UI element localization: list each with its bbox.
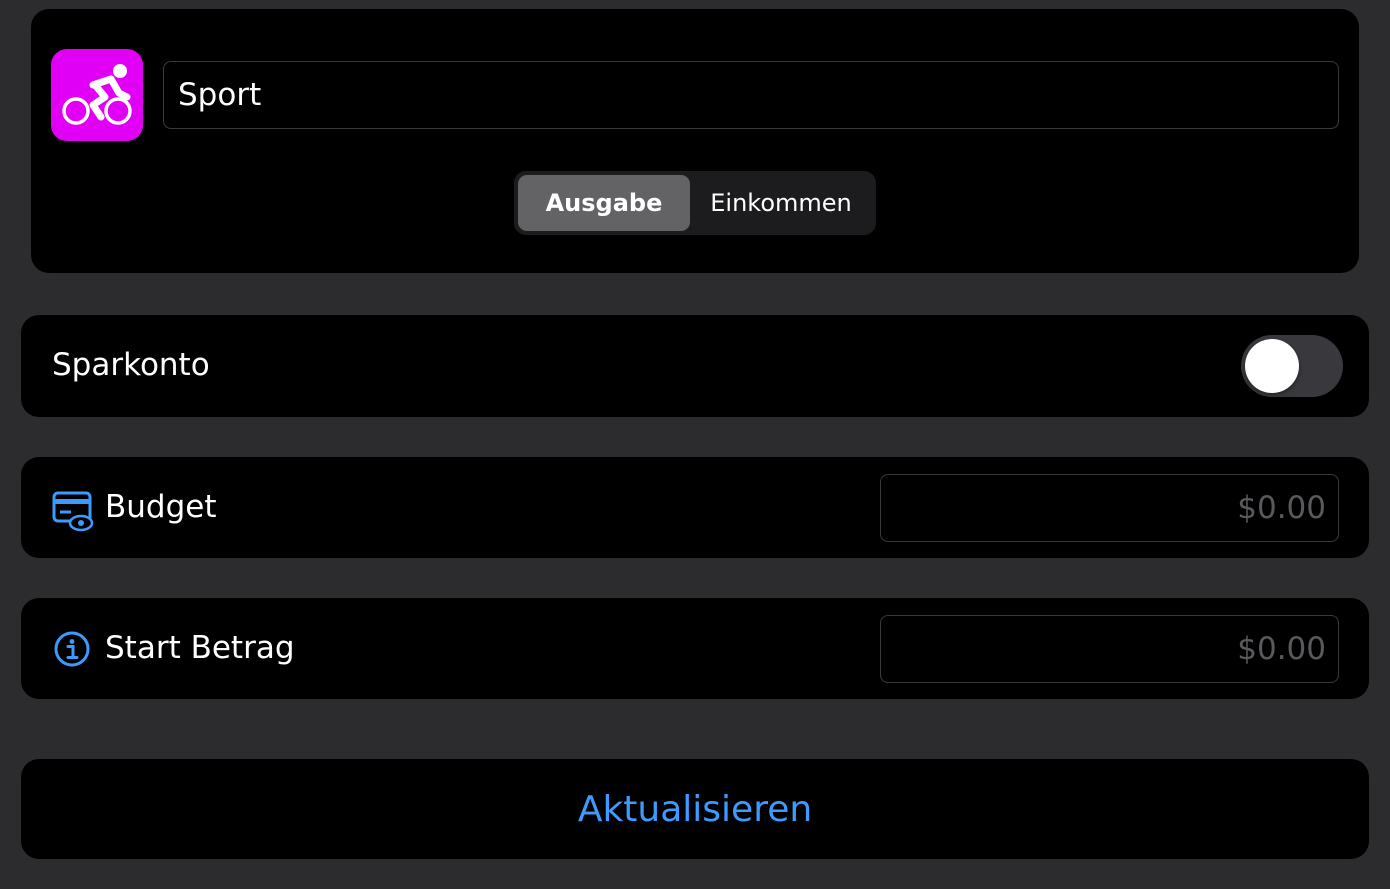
start-amount-input[interactable] — [880, 615, 1339, 683]
start-amount-row: Start Betrag — [21, 598, 1369, 699]
savings-account-row: Sparkonto — [21, 315, 1369, 417]
category-header-card: Ausgabe Einkommen — [31, 9, 1359, 273]
info-circle-icon[interactable] — [53, 630, 91, 668]
start-amount-label: Start Betrag — [105, 630, 295, 666]
budget-row: Budget — [21, 457, 1369, 558]
savings-account-toggle[interactable] — [1241, 335, 1343, 397]
savings-account-label: Sparkonto — [52, 347, 210, 383]
toggle-knob — [1245, 339, 1299, 393]
update-button[interactable]: Aktualisieren — [21, 759, 1369, 859]
segment-ausgabe[interactable]: Ausgabe — [518, 175, 690, 231]
budget-label: Budget — [105, 489, 217, 525]
segment-einkommen[interactable]: Einkommen — [690, 175, 872, 231]
bicycle-icon — [62, 64, 132, 125]
budget-amount-input[interactable] — [880, 474, 1339, 542]
creditcard-eye-icon — [51, 489, 95, 533]
category-icon-button[interactable] — [51, 49, 143, 141]
category-type-segmented-control: Ausgabe Einkommen — [514, 171, 876, 235]
update-card: Aktualisieren — [21, 759, 1369, 859]
category-name-input[interactable] — [163, 61, 1339, 129]
